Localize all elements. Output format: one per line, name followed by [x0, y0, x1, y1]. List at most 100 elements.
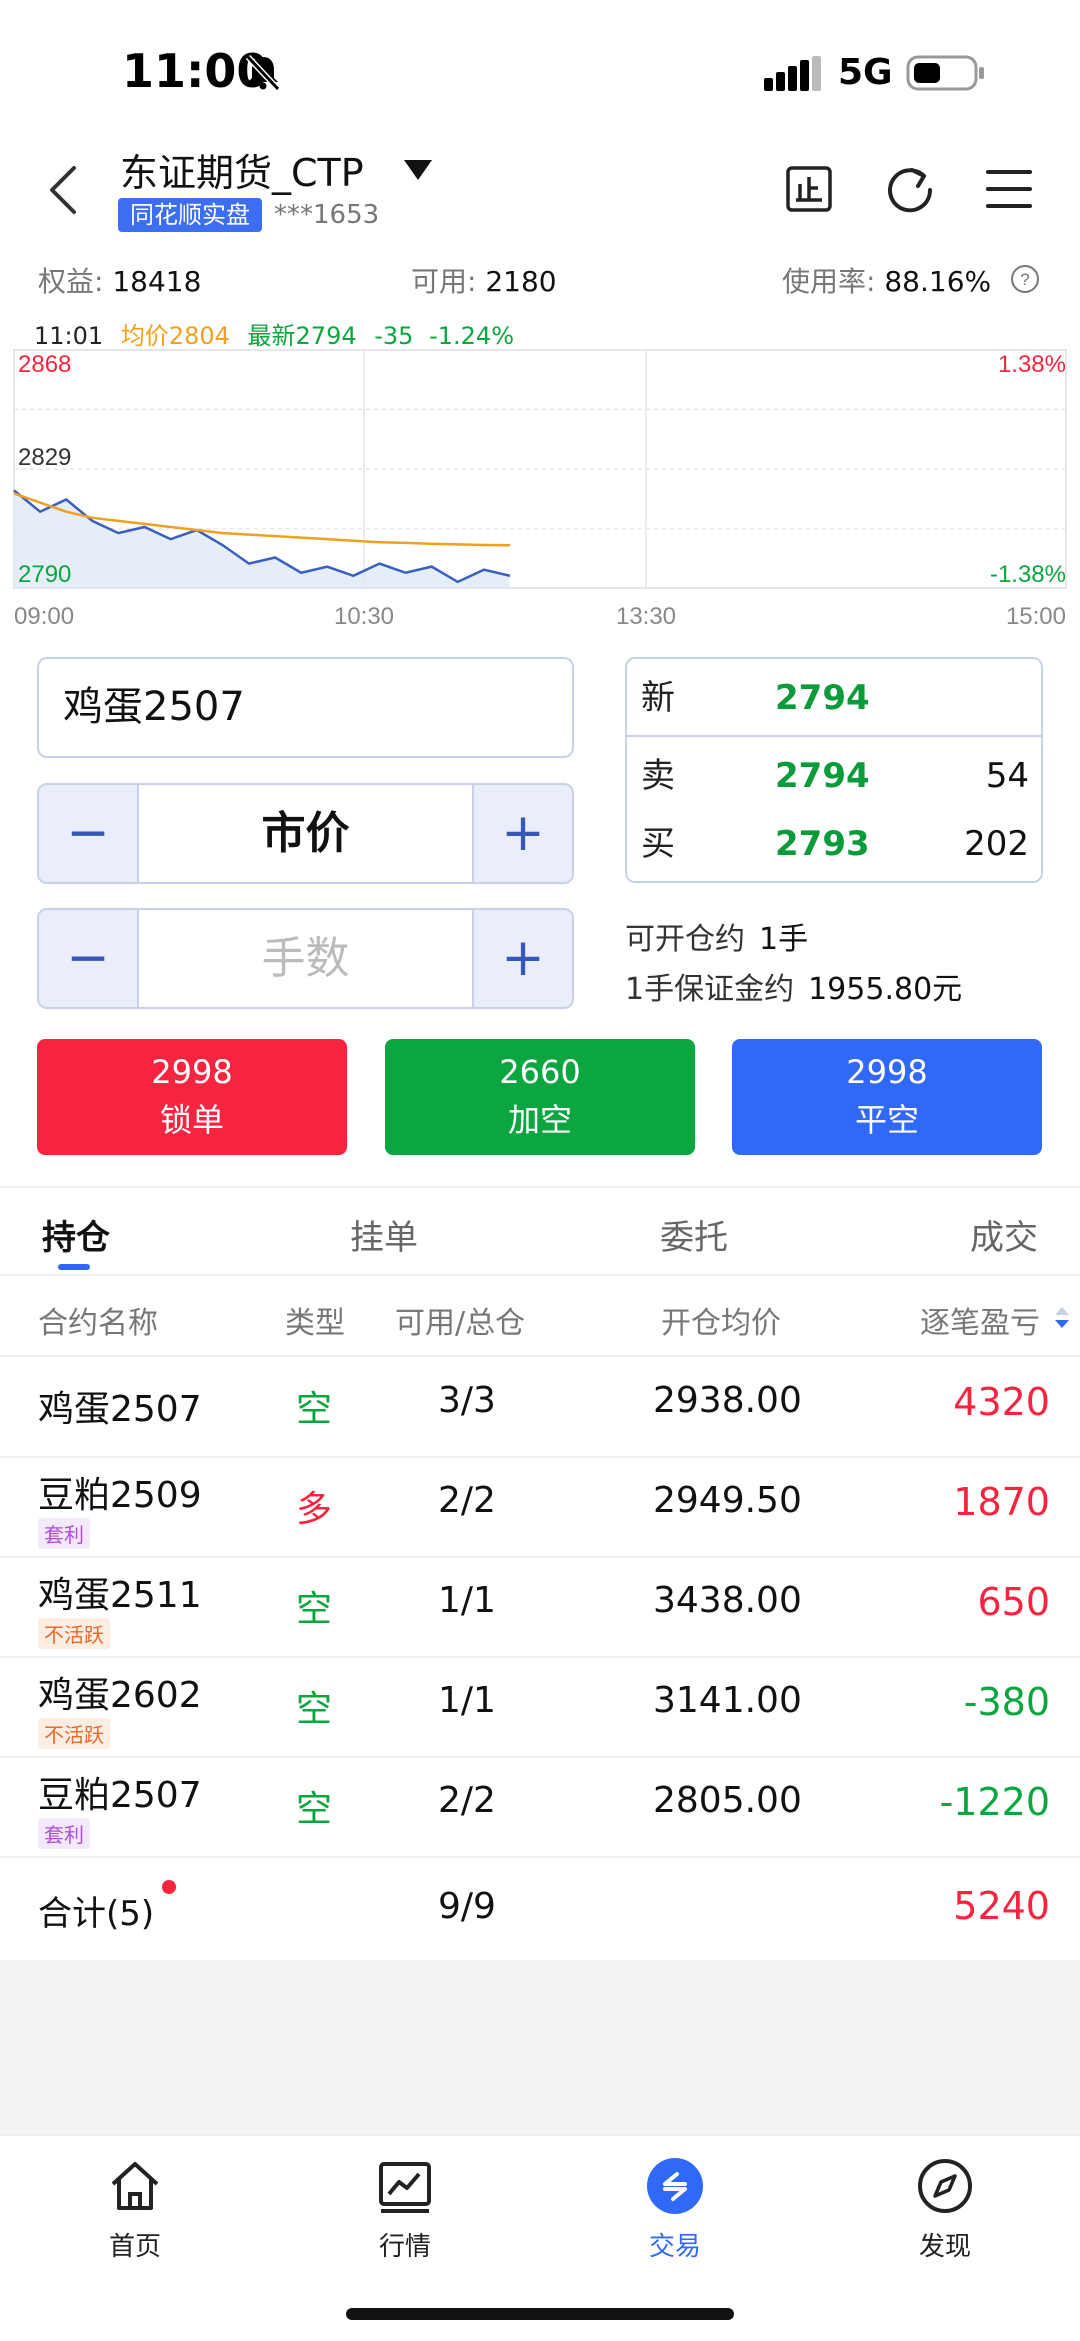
- position-qty: 3/3: [438, 1380, 496, 1421]
- contract-input[interactable]: 鸡蛋2507: [37, 657, 574, 758]
- price-plus-button[interactable]: +: [472, 785, 572, 882]
- price-mode-field[interactable]: 市价: [139, 785, 472, 882]
- chart-icon: [379, 2162, 431, 2213]
- nav-trade-label: 交易: [648, 2232, 701, 2262]
- total-pnl: 5240: [953, 1884, 1050, 1928]
- status-bar: 11:00 5G: [0, 0, 1080, 140]
- position-pnl: 650: [977, 1580, 1050, 1624]
- home-indicator: [346, 2308, 734, 2320]
- intraday-chart[interactable]: 2868 2829 2790 1.38% -1.38% 09:00 10:30 13:30 15…: [0, 346, 1080, 646]
- contract-name: 鸡蛋2507: [38, 1389, 202, 1430]
- price-stepper: − 市价 +: [37, 783, 574, 884]
- margin-info: 1手保证金约 1955.80元: [625, 964, 962, 1008]
- position-type: 空: [296, 1589, 333, 1630]
- bid-volume: 202: [964, 824, 1029, 864]
- contract-tag: 不活跃: [38, 1718, 110, 1749]
- menu-icon[interactable]: [986, 168, 1032, 210]
- table-row[interactable]: 豆粕2509 套利 多 2/2 2949.50 1870: [0, 1458, 1080, 1558]
- position-type: 空: [296, 1789, 333, 1830]
- usage-summary: 使用率: 88.16%: [782, 260, 991, 300]
- quote-bid-row[interactable]: 买 2793 202: [627, 809, 1041, 879]
- can-open-value: 1手: [759, 922, 809, 957]
- avg-open-price: 3141.00: [653, 1680, 802, 1721]
- tab-orders[interactable]: 委托: [660, 1210, 728, 1259]
- empty-area: [0, 1960, 1080, 2135]
- position-qty: 1/1: [438, 1580, 496, 1621]
- tab-positions[interactable]: 持仓: [42, 1210, 110, 1259]
- can-open-info: 可开仓约 1手: [625, 914, 808, 958]
- bid-price: 2793: [775, 824, 870, 864]
- y-label-mid: 2829: [18, 444, 71, 471]
- price-minus-button[interactable]: −: [39, 785, 139, 882]
- position-type: 多: [296, 1489, 333, 1530]
- tab-fills[interactable]: 成交: [970, 1210, 1038, 1259]
- available-label: 可用:: [411, 265, 477, 298]
- compass-icon: [918, 2159, 972, 2213]
- tab-pending[interactable]: 挂单: [350, 1210, 418, 1259]
- avg-open-price: 2938.00: [653, 1380, 802, 1421]
- back-icon[interactable]: [44, 162, 84, 218]
- nav-market-label: 行情: [378, 2232, 431, 2262]
- y-label-right-bottom: -1.38%: [990, 561, 1066, 588]
- refresh-icon[interactable]: [884, 164, 936, 216]
- usage-value: 88.16%: [884, 265, 992, 298]
- divider: [0, 1186, 1080, 1188]
- table-row[interactable]: 鸡蛋2507 空 3/3 2938.00 4320: [0, 1358, 1080, 1458]
- x-tick-label: 10:30: [334, 603, 394, 630]
- contract-tag: 套利: [38, 1818, 90, 1849]
- account-badge: 同花顺实盘: [118, 198, 262, 232]
- add-short-button[interactable]: 2660 加空: [385, 1039, 695, 1155]
- nav-home[interactable]: 首页: [55, 2156, 215, 2263]
- qty-minus-button[interactable]: −: [39, 910, 139, 1007]
- table-row[interactable]: 鸡蛋2602 不活跃 空 1/1 3141.00 -380: [0, 1658, 1080, 1758]
- usage-label: 使用率:: [782, 265, 876, 298]
- table-row[interactable]: 豆粕2507 套利 空 2/2 2805.00 -1220: [0, 1758, 1080, 1858]
- quantity-input[interactable]: 手数: [139, 910, 472, 1007]
- avg-open-price: 3438.00: [653, 1580, 802, 1621]
- qty-plus-button[interactable]: +: [472, 910, 572, 1007]
- caret-down-icon[interactable]: [402, 158, 434, 182]
- lock-button[interactable]: 2998 锁单: [37, 1039, 347, 1155]
- quote-divider: [627, 735, 1041, 737]
- available-value: 2180: [485, 265, 557, 298]
- stop-order-icon[interactable]: [786, 166, 832, 212]
- signal-icon: [764, 56, 821, 91]
- equity-value: 18418: [112, 265, 202, 298]
- y-label-top: 2868: [18, 351, 71, 378]
- contract-name: 鸡蛋2511: [38, 1575, 202, 1616]
- equity-label: 权益:: [38, 265, 104, 298]
- quote-new-row[interactable]: 新 2794: [627, 663, 1041, 733]
- x-tick-label: 15:00: [1006, 603, 1066, 630]
- close-short-label: 平空: [854, 1101, 919, 1139]
- ask-volume: 54: [985, 756, 1029, 796]
- col-avg-price: 开仓均价: [661, 1306, 781, 1341]
- nav-trade[interactable]: 交易: [595, 2156, 755, 2263]
- position-type: 空: [296, 1689, 333, 1730]
- nav-discover[interactable]: 发现: [865, 2156, 1025, 2263]
- position-qty: 1/1: [438, 1680, 496, 1721]
- nav-market[interactable]: 行情: [325, 2156, 485, 2263]
- avg-open-price: 2949.50: [653, 1480, 802, 1521]
- close-short-button[interactable]: 2998 平空: [732, 1039, 1042, 1155]
- help-icon[interactable]: ?: [1010, 264, 1040, 294]
- quote-ask-row[interactable]: 卖 2794 54: [627, 741, 1041, 811]
- col-pnl[interactable]: 逐笔盈亏: [920, 1298, 1040, 1342]
- position-pnl: 4320: [953, 1380, 1050, 1424]
- table-row[interactable]: 鸡蛋2511 不活跃 空 1/1 3438.00 650: [0, 1558, 1080, 1658]
- new-price: 2794: [775, 678, 870, 718]
- equity-summary: 权益: 18418: [38, 260, 201, 300]
- position-qty: 2/2: [438, 1780, 496, 1821]
- account-title[interactable]: 东证期货_CTP: [120, 142, 364, 197]
- svg-text:?: ?: [1020, 270, 1029, 289]
- sort-icon[interactable]: [1052, 1304, 1072, 1332]
- quantity-stepper: − 手数 +: [37, 908, 574, 1009]
- new-label: 新: [641, 678, 675, 718]
- contract-tag: 不活跃: [38, 1618, 110, 1649]
- available-summary: 可用: 2180: [411, 260, 557, 300]
- network-label: 5G: [838, 52, 893, 93]
- margin-label: 1手保证金约: [625, 972, 795, 1007]
- can-open-label: 可开仓约: [625, 922, 745, 957]
- position-pnl: -1220: [939, 1780, 1050, 1824]
- account-number: ***1653: [274, 200, 380, 230]
- contract-name: 鸡蛋2602: [38, 1675, 202, 1716]
